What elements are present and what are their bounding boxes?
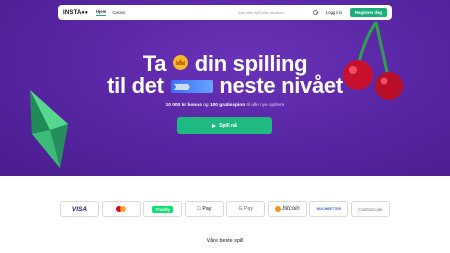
- nav-link-home[interactable]: Hjem: [96, 9, 107, 16]
- payment-muchbetter: MUCHBETTER: [309, 201, 349, 217]
- muchbetter-logo: MUCHBETTER: [316, 207, 342, 211]
- mastercard-logo-icon: [116, 206, 126, 212]
- payment-google-pay: G Pay: [226, 201, 266, 217]
- payment-visa: VISA: [60, 201, 99, 217]
- chevrons-icon: [170, 80, 213, 93]
- site-logo[interactable]: INSTA♦♦: [63, 10, 88, 16]
- play-now-label: Spill nå: [219, 122, 237, 129]
- play-now-button[interactable]: Spill nå: [177, 117, 272, 134]
- search-icon[interactable]: [312, 10, 319, 16]
- hero-banner: INSTA♦♦ Hjem Casino Søk etter spill elle…: [0, 0, 450, 176]
- trustly-logo: Trustly: [152, 205, 173, 213]
- bonus-connector: og: [203, 103, 209, 108]
- headline-text-2b: neste nivået: [219, 73, 343, 98]
- bonus-spins: 100 gratisspinn: [209, 103, 246, 108]
- bonus-suffix: til alle nye spillere: [246, 103, 285, 108]
- crown-icon: [172, 55, 188, 70]
- payment-methods-row: VISA Trustly  Pay G Pay bitcoin MUCHBET…: [60, 201, 390, 218]
- search-input[interactable]: Søk etter spill eller studioer...: [238, 8, 319, 17]
- play-icon: [212, 123, 217, 128]
- search-placeholder[interactable]: Søk etter spill eller studioer...: [238, 11, 309, 15]
- headline-line-2: til det neste nivået: [0, 74, 450, 98]
- login-button[interactable]: Logg inn: [326, 10, 342, 15]
- bitcoin-logo: bitcoin: [282, 206, 300, 212]
- google-pay-logo: G Pay: [238, 206, 253, 212]
- visa-logo: VISA: [71, 205, 88, 213]
- bitcoin-icon: [274, 206, 281, 212]
- payment-cashtocode: CashtoCode: [350, 201, 390, 217]
- headline-text-2a: til det: [107, 73, 164, 98]
- cashtocode-logo: CashtoCode: [358, 206, 383, 212]
- nav-link-casino[interactable]: Casino: [112, 10, 125, 16]
- best-games-heading: Våre beste spill: [206, 238, 244, 244]
- register-button[interactable]: Registrer deg: [350, 8, 387, 17]
- payment-bitcoin: bitcoin: [267, 201, 307, 217]
- top-navigation-bar: INSTA♦♦ Hjem Casino Søk etter spill elle…: [58, 5, 392, 20]
- payment-mastercard: [101, 201, 141, 217]
- payment-trustly: Trustly: [143, 201, 183, 217]
- payment-apple-pay:  Pay: [184, 201, 224, 217]
- bonus-offer-text: 10 000 kr bonus og 100 gratisspinn til a…: [0, 103, 450, 108]
- bonus-amount: 10 000 kr bonus: [165, 103, 202, 108]
- apple-pay-logo:  Pay: [197, 206, 211, 212]
